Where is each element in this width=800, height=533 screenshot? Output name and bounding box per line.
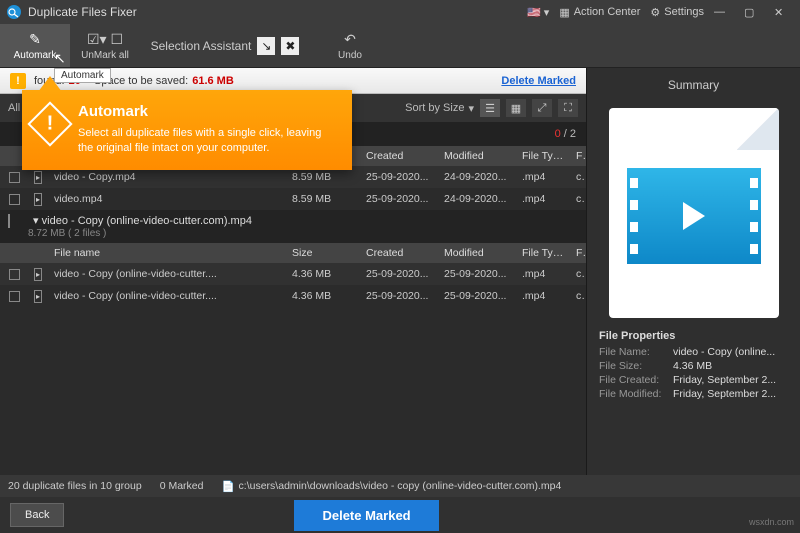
status-count: 20 duplicate files in 10 group [8, 480, 142, 492]
sort-dropdown[interactable]: Sort by Size ▾ [405, 102, 474, 115]
app-logo-icon [6, 4, 22, 20]
undo-button[interactable]: ↶ Undo [310, 24, 390, 67]
row-checkbox[interactable] [9, 269, 20, 280]
list-view-button[interactable]: ☰ [480, 99, 500, 117]
app-title: Duplicate Files Fixer [28, 5, 137, 19]
status-bar: 20 duplicate files in 10 group 0 Marked … [0, 475, 800, 497]
settings-button[interactable]: ⚙ Settings [650, 6, 704, 19]
table-row[interactable]: ▸ video.mp4 8.59 MB 25-09-2020... 24-09-… [0, 188, 586, 210]
play-icon[interactable]: ▸ [34, 268, 42, 281]
arrow-icon: ↘ [257, 37, 275, 55]
alert-icon [27, 101, 72, 146]
video-play-icon [683, 202, 705, 230]
watermark: wsxdn.com [749, 517, 794, 527]
popup-body: Select all duplicate files with a single… [78, 126, 338, 156]
locale-flag-icon[interactable]: 🇺🇸 ▾ [527, 6, 549, 19]
table-row[interactable]: ▸ video - Copy (online-video-cutter.... … [0, 285, 586, 307]
selection-assistant-button[interactable]: Selection Assistant ↘ ✖ [140, 24, 310, 67]
row-checkbox[interactable] [9, 172, 20, 183]
undo-icon: ↶ [344, 31, 356, 48]
row-checkbox[interactable] [9, 291, 20, 302]
prop-file-name: video - Copy (online... [673, 346, 788, 358]
space-value: 61.6 MB [192, 75, 234, 87]
play-icon[interactable]: ▸ [34, 290, 42, 303]
prop-file-created: Friday, September 2... [673, 374, 788, 386]
unmark-icon: ☑▾ ☐ [87, 31, 123, 48]
status-marked: 0 Marked [160, 480, 204, 492]
prop-file-size: 4.36 MB [673, 360, 788, 372]
play-icon[interactable]: ▸ [34, 171, 42, 184]
automark-tooltip: Automark [54, 68, 111, 83]
delete-marked-button[interactable]: Delete Marked [294, 500, 438, 531]
expand-view-button[interactable]: ⤢ [532, 99, 552, 117]
warning-icon: ! [10, 73, 26, 89]
delete-marked-link[interactable]: Delete Marked [501, 75, 576, 87]
automark-button[interactable]: ✎ Automark [0, 24, 70, 67]
tools-icon: ✖ [281, 37, 299, 55]
wand-icon: ✎ [29, 31, 41, 48]
prop-file-modified: Friday, September 2... [673, 388, 788, 400]
main-toolbar: ✎ Automark ☑▾ ☐ UnMark all Selection Ass… [0, 24, 800, 68]
grid-view-button[interactable]: ▦ [506, 99, 526, 117]
table-row[interactable]: ▸ video - Copy (online-video-cutter.... … [0, 263, 586, 285]
action-center-button[interactable]: ▦ Action Center [559, 6, 640, 19]
row-checkbox[interactable] [9, 194, 20, 205]
file-thumbnail [609, 108, 779, 318]
group-header[interactable]: ▾ video - Copy (online-video-cutter.com)… [0, 210, 586, 243]
title-bar: Duplicate Files Fixer 🇺🇸 ▾ ▦ Action Cent… [0, 0, 800, 24]
footer-bar: Back Delete Marked [0, 497, 800, 533]
play-icon[interactable]: ▸ [34, 193, 42, 206]
unmark-all-button[interactable]: ☑▾ ☐ UnMark all [70, 24, 140, 67]
table-header: File name Size Created Modified File Typ… [0, 243, 586, 263]
fullscreen-button[interactable]: ⛶ [558, 99, 578, 117]
close-button[interactable]: ✕ [774, 6, 794, 19]
minimize-button[interactable]: — [714, 6, 734, 18]
summary-title: Summary [587, 68, 800, 102]
automark-popup: Automark Select all duplicate files with… [22, 90, 352, 170]
group-checkbox[interactable] [8, 214, 10, 228]
back-button[interactable]: Back [10, 503, 64, 527]
popup-title: Automark [78, 102, 338, 122]
file-properties-title: File Properties [599, 330, 788, 342]
maximize-button[interactable]: ▢ [744, 6, 764, 19]
status-path: 📄 c:\users\admin\downloads\video - copy … [221, 480, 561, 493]
summary-panel: Summary File Properties File Name:video … [586, 68, 800, 475]
